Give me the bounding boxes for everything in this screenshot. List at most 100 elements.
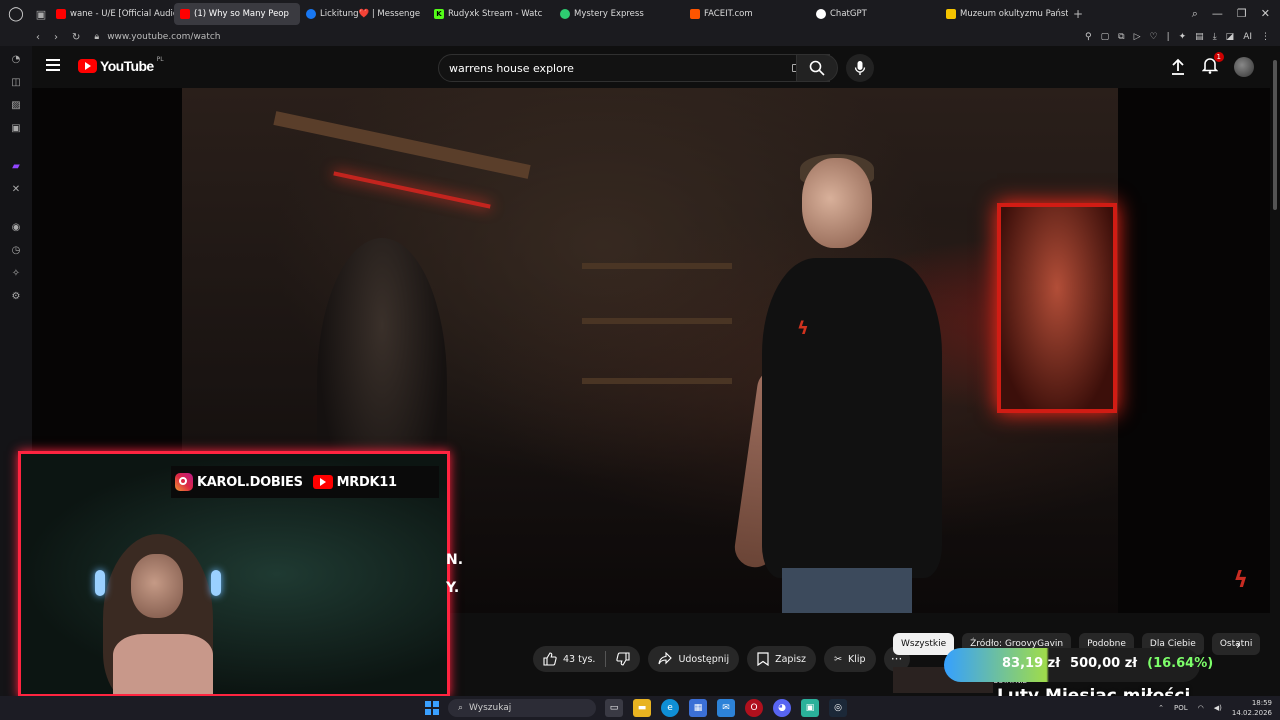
minimize-icon[interactable]: — [1212, 7, 1223, 21]
red-light [333, 171, 491, 209]
messenger-favicon-icon [306, 9, 316, 19]
goal-percent: (16.64%) [1147, 656, 1214, 671]
thumbs-up-icon [543, 652, 557, 666]
address-bar: ‹ › ↻ 🔒︎ www.youtube.com/watch ⚲ ▢ ⧉ ▷ ♡… [0, 28, 1280, 46]
search-input[interactable] [449, 61, 793, 75]
snapshot-icon[interactable]: ▢ [1101, 32, 1110, 42]
ai-label[interactable]: AI [1243, 32, 1252, 42]
extensions-sidebar-icon[interactable]: ✧ [9, 266, 23, 280]
doll-display-case [997, 203, 1117, 413]
crypto-wallet-icon[interactable]: ▨ [9, 98, 23, 112]
search-tabs-icon[interactable]: ⌕ [1192, 7, 1198, 21]
browser-tab[interactable]: Lickitung❤️ | Messenge [300, 3, 428, 25]
caption-fragment: Y. [446, 580, 460, 596]
caption-fragment: N. [446, 552, 464, 568]
volume-icon[interactable]: ◀) [1214, 704, 1222, 712]
url-field[interactable]: www.youtube.com/watch [107, 32, 220, 42]
reload-icon[interactable]: ↻ [72, 32, 80, 43]
aria-icon[interactable]: ◪ [1226, 32, 1235, 42]
messages-icon[interactable]: ▣ [9, 121, 23, 135]
separator-icon: | [1166, 32, 1170, 42]
mystery-favicon-icon [560, 9, 570, 19]
browser-tab[interactable]: Muzeum okultyzmu Państw [940, 3, 1068, 25]
browser-tab[interactable]: FACEIT.com [684, 3, 810, 25]
extensions-icon[interactable]: ✦ [1179, 32, 1187, 42]
museum-favicon-icon [946, 9, 956, 19]
settings-icon[interactable]: ⚙ [9, 289, 23, 303]
windows-start-icon[interactable] [425, 701, 439, 715]
app-icon[interactable]: ▣ [801, 699, 819, 717]
discord-icon[interactable]: ◕ [773, 699, 791, 717]
like-button[interactable]: 43 tys. [533, 646, 605, 672]
opera-menu-icon[interactable]: ◯ [0, 0, 32, 28]
avatar[interactable] [1234, 57, 1254, 77]
upload-icon[interactable] [1170, 58, 1186, 76]
shelf [273, 111, 531, 179]
taskbar-search[interactable]: ⌕ Wyszukaj [448, 699, 596, 717]
goal-current: 83,19 zł [1002, 656, 1061, 671]
back-icon[interactable]: ‹ [36, 32, 40, 43]
wallet-icon[interactable]: ▤ [1195, 32, 1204, 42]
ai-sidebar-icon[interactable]: ◔ [9, 52, 23, 66]
pin-icon[interactable]: ⚲ [1085, 32, 1092, 42]
task-view-icon[interactable]: ▭ [605, 699, 623, 717]
history-icon[interactable]: ◷ [9, 243, 23, 257]
save-button[interactable]: Zapisz [747, 646, 817, 672]
notification-badge: 1 [1213, 52, 1224, 62]
forward-icon[interactable]: › [54, 32, 58, 43]
download-icon[interactable]: ⤓ [1213, 32, 1217, 42]
browser-tab[interactable]: Mystery Express [554, 3, 684, 25]
clip-button[interactable]: ✂ Klip [824, 646, 876, 672]
channel-watermark-icon[interactable]: ϟ [1233, 568, 1248, 593]
person-right: ϟ [732, 154, 962, 613]
close-window-icon[interactable]: ✕ [1261, 7, 1270, 21]
menu-icon[interactable] [46, 59, 60, 71]
player-icon[interactable]: ◉ [9, 220, 23, 234]
notifications-button[interactable]: 1 [1201, 52, 1224, 78]
shelf [582, 318, 732, 324]
like-count: 43 tys. [563, 653, 596, 665]
dislike-button[interactable] [606, 646, 640, 672]
bookmark-icon [757, 652, 769, 666]
search-button[interactable] [796, 54, 838, 82]
browser-tab[interactable]: K Rudyxk Stream - Watc [428, 3, 554, 25]
wifi-icon[interactable]: ◠ [1198, 704, 1204, 712]
shelf [582, 378, 732, 384]
shopping-icon[interactable]: ◫ [9, 75, 23, 89]
x-icon[interactable]: ✕ [9, 182, 23, 196]
browser-tab[interactable]: wane - U/E [Official Audio [50, 3, 174, 25]
edge-icon[interactable]: e [661, 699, 679, 717]
chevron-right-icon[interactable]: › [1236, 638, 1241, 652]
tray-overflow-icon[interactable]: ⌃ [1158, 704, 1164, 712]
twitch-icon[interactable]: ▰ [9, 159, 23, 173]
send-icon[interactable]: ▷ [1134, 32, 1141, 42]
share-button[interactable]: Udostępnij [648, 646, 740, 672]
faceit-favicon-icon [690, 9, 700, 19]
tab-overview-icon[interactable]: ▣ [32, 0, 50, 28]
video-popout-icon[interactable]: ⧉ [1118, 32, 1124, 42]
voice-search-button[interactable] [846, 54, 874, 82]
page-scrollbar[interactable] [1270, 46, 1280, 696]
new-tab-button[interactable]: + [1068, 7, 1088, 21]
browser-tab-strip: ◯ ▣ wane - U/E [Official Audio (1) Why s… [0, 0, 1280, 28]
mail-icon[interactable]: ✉ [717, 699, 735, 717]
browser-tab-active[interactable]: (1) Why so Many Peop [174, 3, 300, 25]
youtube-logo[interactable]: YouTube PL [78, 56, 164, 74]
browser-tab[interactable]: ChatGPT [810, 3, 940, 25]
instagram-handle: KAROL.DOBIES [197, 474, 303, 490]
microphone-icon [854, 61, 866, 75]
chip-all[interactable]: Wszystkie [893, 633, 955, 655]
steam-icon[interactable]: ◎ [829, 699, 847, 717]
opera-icon[interactable]: O [745, 699, 763, 717]
youtube-play-icon [78, 59, 97, 73]
clock[interactable]: 18:59 14.02.2026 [1232, 698, 1272, 718]
shelf [582, 263, 732, 269]
file-explorer-icon[interactable]: ▬ [633, 699, 651, 717]
browser-menu-icon[interactable]: ⋮ [1261, 32, 1270, 42]
heart-icon[interactable]: ♡ [1150, 32, 1158, 42]
language-indicator[interactable]: POL [1174, 704, 1188, 712]
lock-icon: 🔒︎ [94, 32, 100, 42]
maximize-icon[interactable]: ❐ [1237, 7, 1247, 21]
store-icon[interactable]: ▦ [689, 699, 707, 717]
youtube-handle: MRDK11 [336, 474, 397, 490]
